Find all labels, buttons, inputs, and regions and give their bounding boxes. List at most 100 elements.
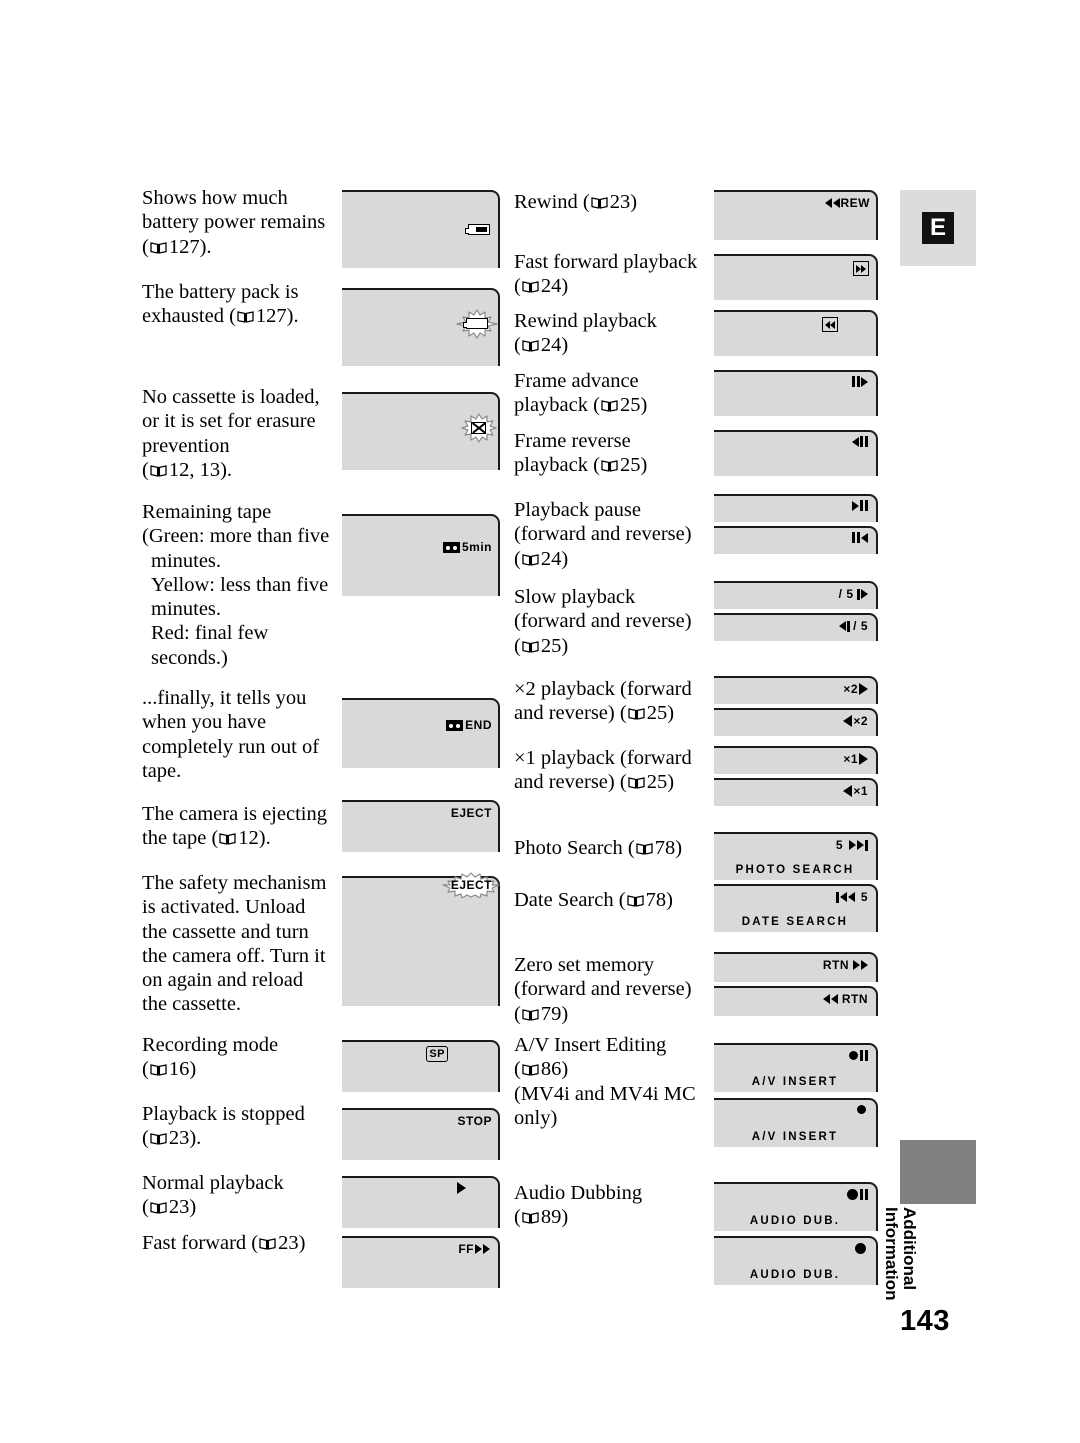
lcd-panel-no-cassette (342, 392, 500, 470)
x2-forward-icon: ×2 (843, 682, 868, 696)
text-line: the cassette and turn (142, 920, 309, 943)
entry-text-x1-playback: ×1 playback (forward and reverse) (25) (514, 747, 692, 794)
skip-bar-glyph (835, 891, 839, 903)
slow-ratio-label: / 5 (838, 587, 854, 601)
text-line: The camera is ejecting (142, 803, 327, 825)
triangle-right-glyph (849, 840, 856, 850)
text-line: ...finally, it tells you (142, 687, 307, 709)
triangle-left-glyph (830, 994, 838, 1004)
text-line: only) (514, 1106, 558, 1129)
eject-label: EJECT (450, 806, 492, 820)
boxed-ff-glyph (853, 261, 869, 276)
lcd-panel-recording-mode: SP (342, 1040, 500, 1092)
triangle-right-glyph (852, 500, 859, 511)
x1-label: ×1 (853, 784, 868, 798)
lcd-panel-av-insert-pause: A/V INSERT (714, 1043, 878, 1092)
lcd-panel-av-insert-record: A/V INSERT (714, 1098, 878, 1147)
slow-ratio-label: / 5 (853, 619, 868, 633)
entry-text-normal-playback: Normal playback (23) (142, 1172, 284, 1219)
section-tab-marker (900, 1140, 976, 1204)
lcd-panel-frame-advance (714, 370, 878, 416)
pause-bars-glyph (860, 1189, 868, 1200)
fast-forward-playback-icon (853, 261, 869, 276)
lcd-panel-zero-set-reverse: RTN (714, 986, 878, 1016)
entry-text-battery-remaining: Shows how much battery power remains (12… (142, 187, 326, 258)
lcd-panel-rewind: REW (714, 190, 878, 240)
battery-empty-flashing-icon (456, 308, 498, 339)
pause-bars-glyph (852, 532, 860, 543)
ff-label: FF (458, 1242, 474, 1256)
text-line: (forward and reverse) (514, 978, 692, 1001)
book-icon (237, 310, 254, 324)
text-line: Red: final few (151, 622, 269, 645)
cassette-glyph (446, 719, 464, 731)
av-insert-label: A/V INSERT (751, 1131, 839, 1143)
book-icon (522, 280, 539, 294)
text-line: (Green: more than five (142, 525, 330, 548)
cassette-glyph (442, 541, 460, 553)
text-line: (forward and reverse) (514, 610, 692, 633)
rewind-playback-icon (822, 317, 838, 332)
book-icon (522, 1008, 539, 1021)
no-cassette-flashing-icon (460, 413, 497, 443)
entry-text-x2-playback: ×2 playback (forward and reverse) (25) (514, 678, 692, 725)
triangle-right-glyph (457, 1182, 466, 1194)
x2-label: ×2 (843, 682, 858, 696)
triangle-right-glyph (861, 589, 868, 599)
boxed-rew-glyph (822, 317, 838, 332)
entry-text-battery-exhausted: The battery pack is exhausted (127). (142, 281, 299, 328)
language-badge-box: E (900, 190, 976, 266)
tape-remaining-icon: 5min (442, 540, 492, 554)
text-line: Frame advance (514, 370, 639, 392)
section-tab-line2: Information (882, 1207, 901, 1301)
entry-text-safety-mechanism: The safety mechanism is activated. Unloa… (142, 871, 352, 1017)
audio-record-glyph (847, 1189, 858, 1200)
entry-text-av-insert: A/V Insert Editing (86) (MV4i and MV4i M… (514, 1034, 696, 1129)
lcd-panel-audio-dub-record: AUDIO DUB. (714, 1236, 878, 1285)
book-icon (150, 464, 167, 477)
record-dot-glyph (849, 1051, 858, 1060)
rtn-label: RTN (822, 958, 849, 972)
triangle-left-glyph (843, 715, 853, 727)
slow-forward-icon: / 5 (839, 587, 868, 601)
photo-search-skip-icon: 5 (836, 838, 868, 852)
text-line: No cassette is loaded, (142, 386, 320, 408)
text-line: Audio Dubbing (514, 1182, 643, 1204)
book-icon (601, 459, 618, 473)
text-line: completely run out of (142, 735, 320, 758)
lcd-panel-x2-forward: ×2 (714, 676, 878, 704)
lcd-panel-ejecting: EJECT (342, 800, 500, 852)
section-tab-line1: Additional (900, 1207, 919, 1291)
triangle-left-glyph (824, 198, 832, 208)
lcd-panel-playback-pause-reverse (714, 526, 878, 554)
triangle-right-glyph (859, 753, 868, 765)
entry-text-audio-dubbing: Audio Dubbing (89) (514, 1182, 643, 1229)
skip-bar-glyph (865, 839, 868, 851)
entry-text-frame-advance: Frame advance playback (25) (514, 370, 648, 417)
lcd-panel-slow-forward: / 5 (714, 581, 878, 609)
x2-reverse-icon: ×2 (843, 714, 868, 728)
text-line: minutes. (151, 549, 222, 572)
text-line: The safety mechanism (142, 872, 327, 894)
triangle-left-glyph (861, 532, 868, 543)
book-icon (522, 640, 539, 653)
search-count-label: 5 (860, 890, 868, 904)
lcd-panel-battery-remaining (342, 190, 500, 268)
book-icon (150, 1132, 167, 1146)
tape-end-icon: END (446, 718, 492, 732)
entry-text-zero-set-memory: Zero set memory (forward and reverse) (7… (514, 954, 692, 1025)
record-pause-icon (849, 1050, 868, 1061)
battery-glyph (465, 224, 490, 235)
book-icon (628, 707, 645, 721)
text-line: Playback pause (514, 499, 641, 521)
text-line: Remaining tape (142, 501, 272, 523)
sp-mode-icon: SP (426, 1046, 448, 1062)
triangle-right-glyph (859, 683, 868, 695)
rtn-forward-icon: RTN (823, 958, 868, 972)
entry-text-ejecting: The camera is ejecting the tape (12). (142, 803, 327, 850)
lcd-panel-x1-forward: ×1 (714, 746, 878, 774)
triangle-left-glyph (832, 198, 840, 208)
tape-end-label: END (465, 718, 492, 732)
text-line: (MV4i and MV4i MC (514, 1082, 696, 1105)
text-line: the cassette. (142, 993, 242, 1016)
